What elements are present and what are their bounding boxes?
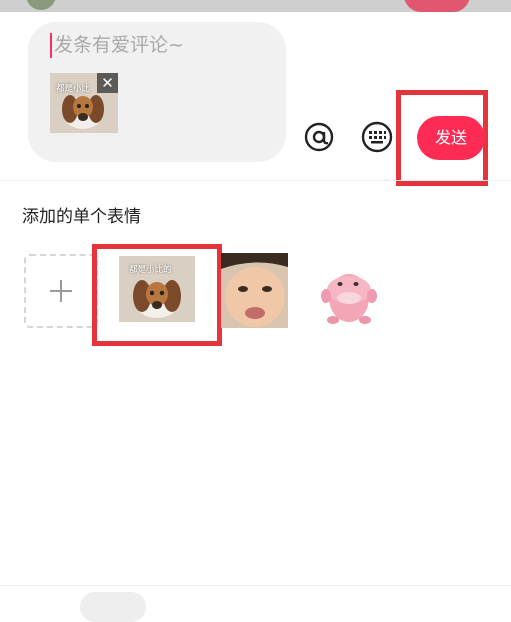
comment-input-placeholder[interactable]: 发条有爱评论~ (54, 33, 184, 58)
sticker-crying-boy[interactable] (221, 253, 288, 328)
selected-sticker-highlight-box (92, 244, 222, 346)
boy-face-image (221, 253, 288, 328)
send-button[interactable]: 发送 (417, 116, 485, 160)
divider (0, 180, 511, 181)
keyboard-button[interactable] (360, 120, 394, 154)
keyboard-icon (361, 121, 393, 153)
at-icon (304, 122, 334, 152)
mention-button[interactable] (302, 120, 336, 154)
sticker-pink-pokemon[interactable] (316, 258, 382, 328)
text-caret (50, 33, 52, 58)
pokemon-image (321, 274, 377, 324)
bottom-pill-button[interactable] (80, 592, 146, 622)
thumbnail-caption: 都是小比 (56, 84, 91, 94)
avatar (26, 0, 56, 10)
plus-icon (50, 280, 72, 302)
add-sticker-button[interactable] (24, 254, 98, 328)
clipped-header (0, 0, 511, 12)
section-title: 添加的单个表情 (22, 207, 141, 227)
follow-button[interactable] (404, 0, 470, 12)
remove-thumbnail-button[interactable]: ✕ (97, 73, 118, 93)
bottom-divider (0, 585, 511, 586)
